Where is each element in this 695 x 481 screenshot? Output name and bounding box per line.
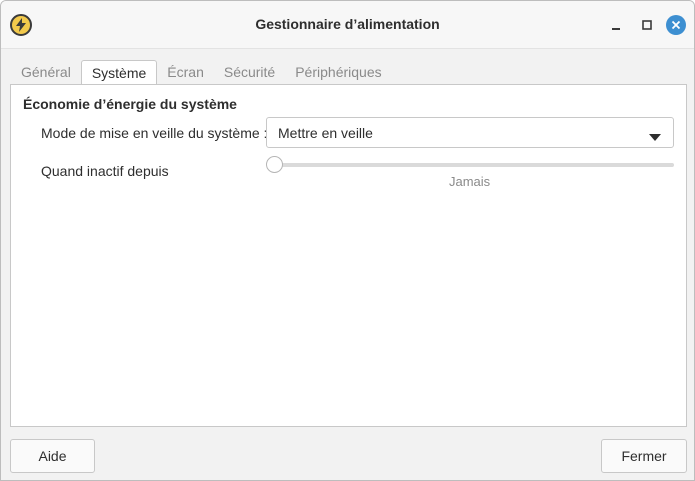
tab-general[interactable]: Général	[11, 60, 81, 84]
power-manager-window: Gestionnaire d’alimentation Général Syst…	[0, 0, 695, 481]
inactive-slider[interactable]	[266, 155, 674, 175]
close-icon[interactable]	[666, 15, 686, 35]
system-tab-panel: Économie d’énergie du système Mode de mi…	[10, 84, 687, 427]
minimize-icon[interactable]	[606, 15, 626, 35]
sleep-mode-value: Mettre en veille	[278, 125, 373, 141]
sleep-mode-label: Mode de mise en veille du système :	[41, 125, 268, 141]
sleep-mode-dropdown[interactable]: Mettre en veille	[266, 117, 674, 148]
slider-value-text: Jamais	[449, 174, 491, 189]
chevron-down-icon	[649, 129, 661, 145]
help-button[interactable]: Aide	[10, 439, 95, 473]
tab-bar: Général Système Écran Sécurité Périphéri…	[11, 60, 392, 84]
tab-system[interactable]: Système	[80, 60, 158, 84]
slider-knob[interactable]	[266, 156, 283, 173]
inactive-label: Quand inactif depuis	[41, 163, 169, 179]
maximize-icon[interactable]	[637, 15, 657, 35]
titlebar: Gestionnaire d’alimentation	[1, 1, 694, 49]
tab-peripherals[interactable]: Périphériques	[285, 60, 391, 84]
tab-screen[interactable]: Écran	[157, 60, 214, 84]
close-button[interactable]: Fermer	[601, 439, 687, 473]
window-title: Gestionnaire d’alimentation	[255, 16, 440, 32]
slider-track	[272, 163, 674, 167]
section-title: Économie d’énergie du système	[23, 96, 237, 112]
tab-security[interactable]: Sécurité	[214, 60, 285, 84]
